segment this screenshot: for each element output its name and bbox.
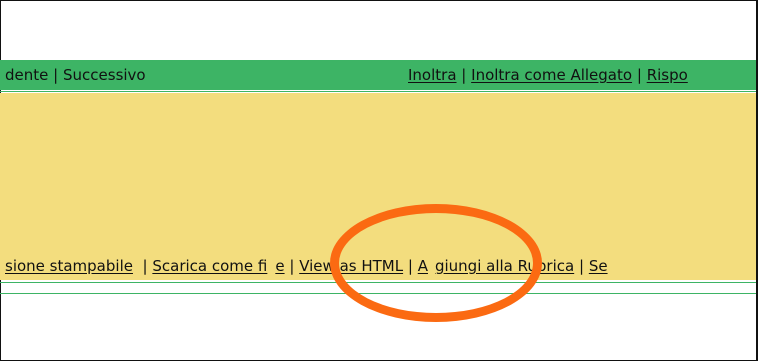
previous-link[interactable]: dente <box>5 66 48 84</box>
tools-separator: | <box>578 257 585 275</box>
view-as-html-link[interactable]: View as HTML <box>299 257 403 275</box>
add-to-address-book-link[interactable]: Agiungi alla Rubrica <box>418 257 574 275</box>
forward-as-attachment-link[interactable]: Inoltra come Allegato <box>471 66 632 84</box>
divider <box>0 293 756 294</box>
tools-separator: | <box>407 257 413 275</box>
nav-separator: | <box>461 66 467 84</box>
address-book-link-text-start: A <box>417 257 428 275</box>
tools-separator: | <box>289 257 295 275</box>
divider <box>0 91 756 92</box>
message-nav-left: dente | Successivo <box>5 66 146 84</box>
printable-version-link[interactable]: sione stampabile <box>5 257 133 275</box>
message-navigation-bar: dente | Successivo Inoltra | Inoltra com… <box>0 60 756 90</box>
download-link-text-start: Scarica come fi <box>152 257 268 275</box>
message-header-area <box>0 93 756 280</box>
nav-separator: | <box>53 66 59 84</box>
forward-link[interactable]: Inoltra <box>408 66 457 84</box>
next-tool-link[interactable]: Se <box>589 257 608 275</box>
reply-link[interactable]: Rispo <box>647 66 688 84</box>
message-nav-right: Inoltra | Inoltra come Allegato | Rispo <box>408 66 688 84</box>
address-book-link-text-end: giungi alla Rubrica <box>434 257 575 275</box>
tools-separator: | <box>142 257 148 275</box>
download-link-text-end: e <box>275 257 285 275</box>
next-link[interactable]: Successivo <box>63 66 146 84</box>
divider <box>0 282 756 283</box>
download-as-file-link[interactable]: Scarica come fi e <box>152 257 284 275</box>
nav-separator: | <box>636 66 642 84</box>
message-tools-bar: sione stampabile | Scarica come fi e | Vi… <box>5 257 608 275</box>
